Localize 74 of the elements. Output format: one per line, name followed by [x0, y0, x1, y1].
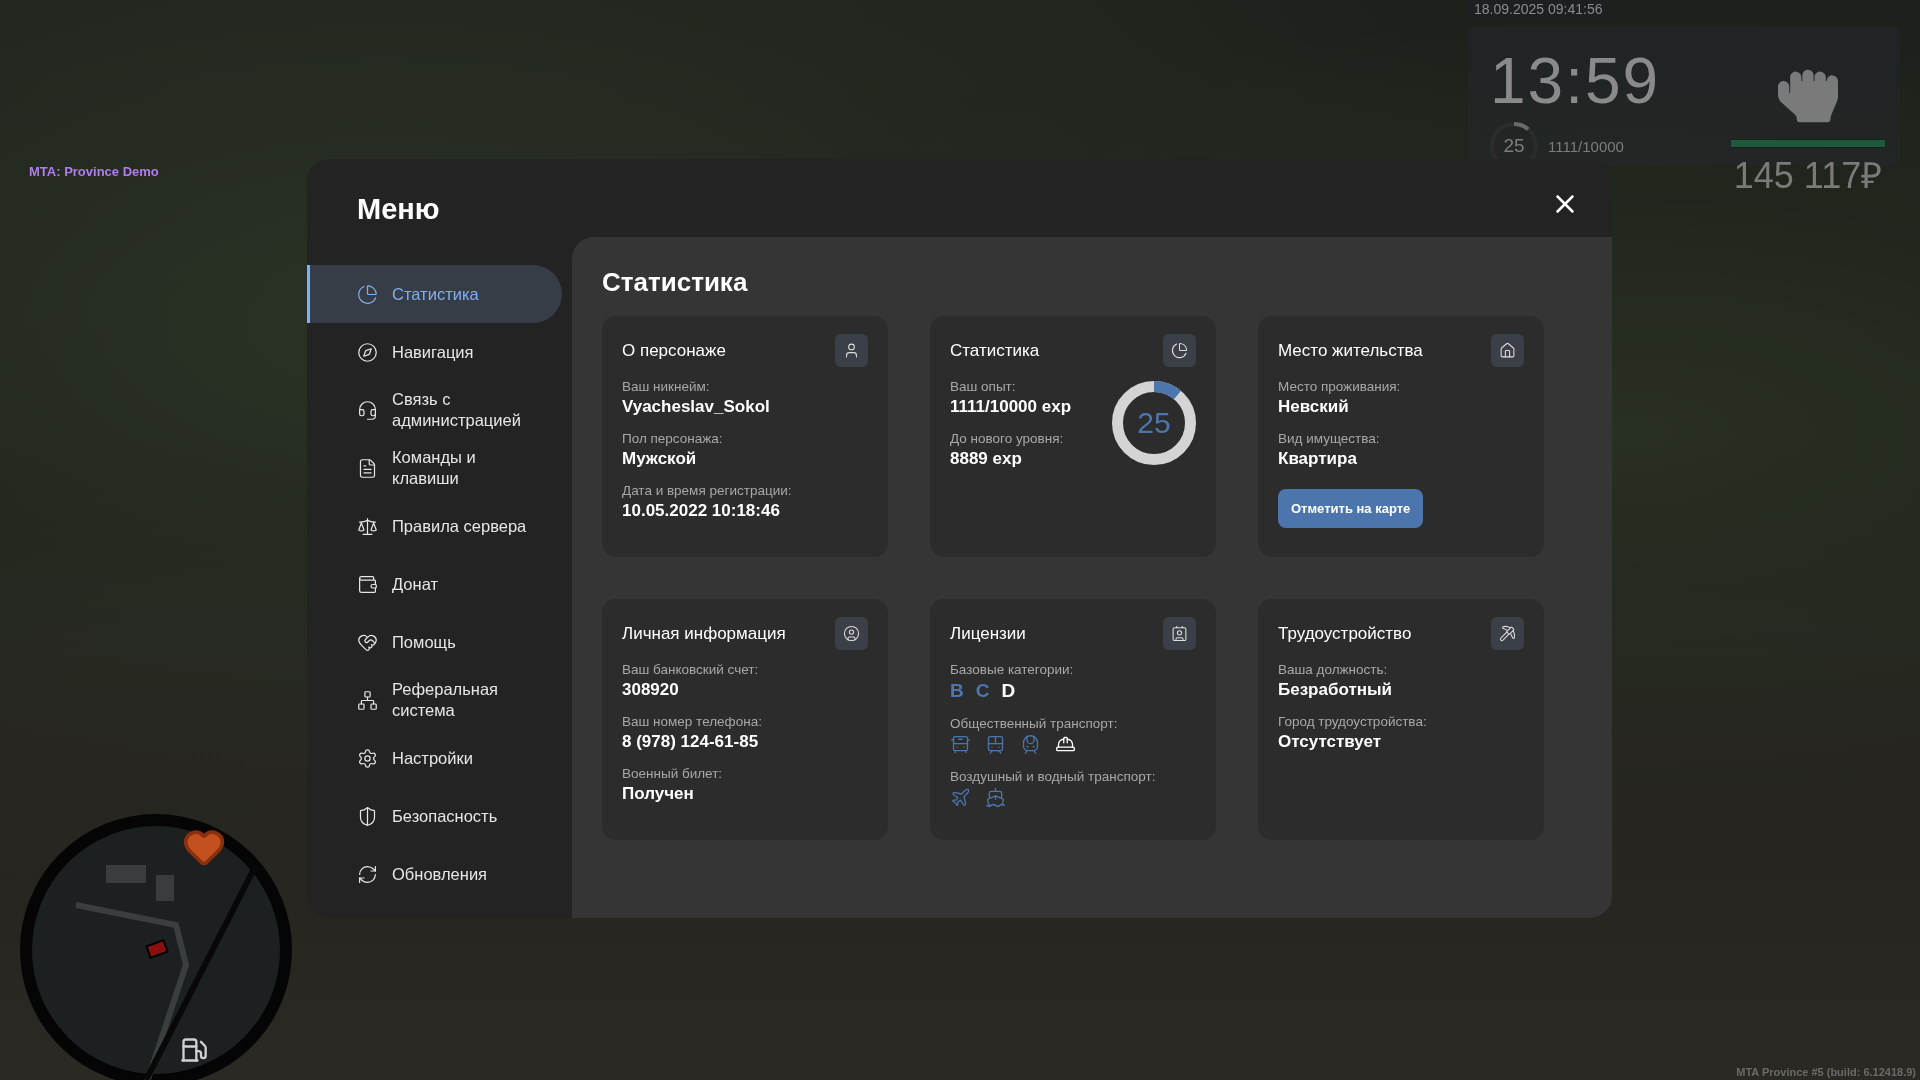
field-label: Место проживания: [1278, 379, 1402, 394]
document-icon [357, 457, 378, 479]
level-number: 25 [1503, 135, 1525, 157]
game-clock: 13:59 [1490, 46, 1662, 116]
shield-icon [357, 805, 378, 827]
experience-text: 1111/10000 [1548, 137, 1624, 155]
id-card-icon [1163, 617, 1196, 650]
pickaxe-icon [1491, 617, 1524, 650]
field-value: 308920 [622, 680, 680, 700]
page-title: Статистика [602, 267, 749, 298]
wallet-icon [357, 573, 378, 595]
field-label: Ваш никнейм: [622, 379, 711, 394]
network-icon [357, 689, 378, 711]
field-label: Ваша должность: [1278, 662, 1389, 677]
card-title: Лицензии [950, 623, 1026, 644]
field-label: Вид имущества: [1278, 431, 1381, 446]
level-number: 25 [1137, 406, 1171, 440]
pie-chart-icon [357, 283, 378, 305]
sidebar-item[interactable]: Донат [307, 555, 562, 613]
sidebar-item[interactable]: Связь с администрацией [307, 381, 562, 439]
card-title: Трудоустройство [1278, 623, 1412, 644]
card-title: О персонаже [622, 340, 726, 361]
mark-on-map-button[interactable]: Отметить на карте [1278, 489, 1424, 528]
field-label: Ваш опыт: [950, 379, 1017, 394]
field-label: Пол персонажа: [622, 431, 724, 446]
field-value: Отсутствует [1278, 732, 1383, 752]
money-amount: 145 117₽ [1733, 154, 1883, 198]
field-label: Общественный транспорт: [950, 716, 1119, 731]
field-value: Невский [1278, 397, 1350, 417]
server-label: MTA: Province Demo [29, 164, 159, 179]
house-icon [1491, 334, 1524, 367]
license-category: D [1001, 680, 1016, 702]
field-value: 1111/10000 exp [950, 397, 1072, 417]
refresh-icon [357, 863, 378, 885]
field-value: 8889 exp [950, 449, 1023, 469]
field-value: Получен [622, 784, 695, 804]
settings-icon [357, 747, 378, 769]
scales-icon [357, 515, 378, 537]
sidebar-item[interactable]: Правила сервера [307, 497, 562, 555]
field-value: Vyacheslav_Sokol [622, 397, 771, 417]
field-label: Ваш номер телефона: [622, 714, 763, 729]
field-value: Квартира [1278, 449, 1358, 469]
field-label: Воздушный и водный транспорт: [950, 769, 1157, 784]
sidebar-item[interactable]: Реферальная система [307, 671, 562, 729]
sidebar-item[interactable]: Помощь [307, 613, 562, 671]
fuel-icon [180, 1036, 208, 1064]
build-version: MTA Province #5 (build: 6.12418.9) [1736, 1066, 1916, 1078]
sidebar-item[interactable]: Настройки [307, 729, 562, 787]
card-title: Личная информация [622, 623, 786, 644]
compass-icon [357, 341, 378, 363]
field-label: Базовые категории: [950, 662, 1075, 677]
card-title: Статистика [950, 340, 1040, 361]
field-value: Безработный [1278, 680, 1393, 700]
date-time: 18.09.2025 09:41:56 [1468, 0, 1609, 18]
license-category: C [975, 680, 990, 702]
card-title: Место жительства [1278, 340, 1423, 361]
menu-title: Меню [356, 192, 441, 227]
field-label: Город трудоустройства: [1278, 714, 1428, 729]
field-value: 8 (978) 124-61-85 [622, 732, 760, 752]
license-category: B [950, 680, 964, 702]
sidebar-item[interactable]: Обновления [307, 845, 562, 903]
field-label: Военный билет: [622, 766, 724, 781]
user-icon [835, 334, 868, 367]
field-label: Ваш банковский счет: [622, 662, 760, 677]
sidebar-item[interactable]: Безопасность [307, 787, 562, 845]
pie-chart-icon [1163, 334, 1196, 367]
field-value: Мужской [622, 449, 698, 469]
field-label: Дата и время регистрации: [622, 483, 793, 498]
sidebar-item[interactable]: Статистика [307, 265, 562, 323]
sidebar-item[interactable]: Навигация [307, 323, 562, 381]
headset-icon [357, 399, 378, 421]
sidebar-item[interactable]: Команды и клавиши [307, 439, 562, 497]
field-label: До нового уровня: [950, 431, 1065, 446]
field-value: 10.05.2022 10:18:46 [622, 501, 781, 521]
